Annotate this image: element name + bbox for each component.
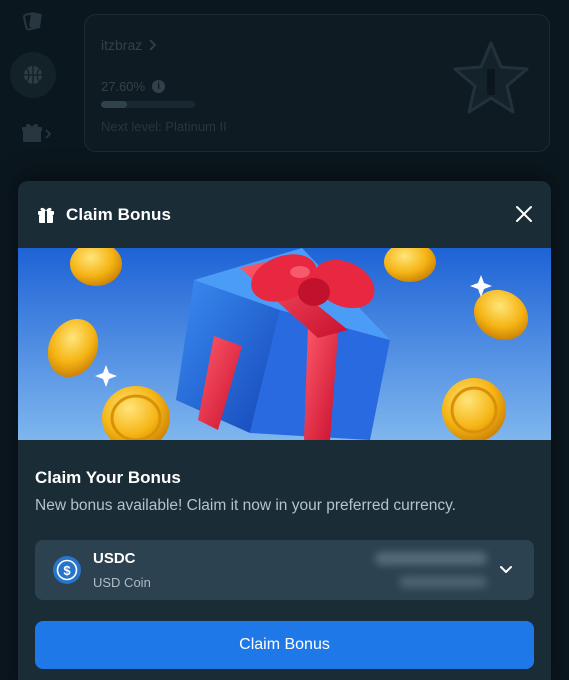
gift-icon	[38, 207, 54, 223]
bonus-banner-image	[18, 248, 551, 440]
svg-text:$: $	[63, 563, 71, 578]
claim-bonus-button[interactable]: Claim Bonus	[35, 621, 534, 669]
redacted-balance	[375, 552, 487, 565]
bonus-description: New bonus available! Claim it now in you…	[35, 497, 456, 514]
close-icon[interactable]	[513, 203, 535, 225]
modal-title: Claim Bonus	[66, 204, 172, 224]
claim-bonus-modal: Claim Bonus Claim Your Bonus New bonus a…	[18, 181, 551, 680]
currency-code: USDC	[93, 550, 136, 567]
currency-name: USD Coin	[93, 575, 151, 590]
redacted-balance-fiat	[399, 576, 487, 588]
bonus-heading: Claim Your Bonus	[35, 468, 181, 487]
chevron-down-icon	[500, 566, 512, 573]
page: itzbraz 27.60% i Next level: Platinum II	[0, 0, 569, 680]
modal-header: Claim Bonus	[18, 181, 551, 248]
currency-select[interactable]: $ USDC USD Coin	[35, 540, 534, 600]
usdc-coin-icon: $	[53, 556, 81, 584]
